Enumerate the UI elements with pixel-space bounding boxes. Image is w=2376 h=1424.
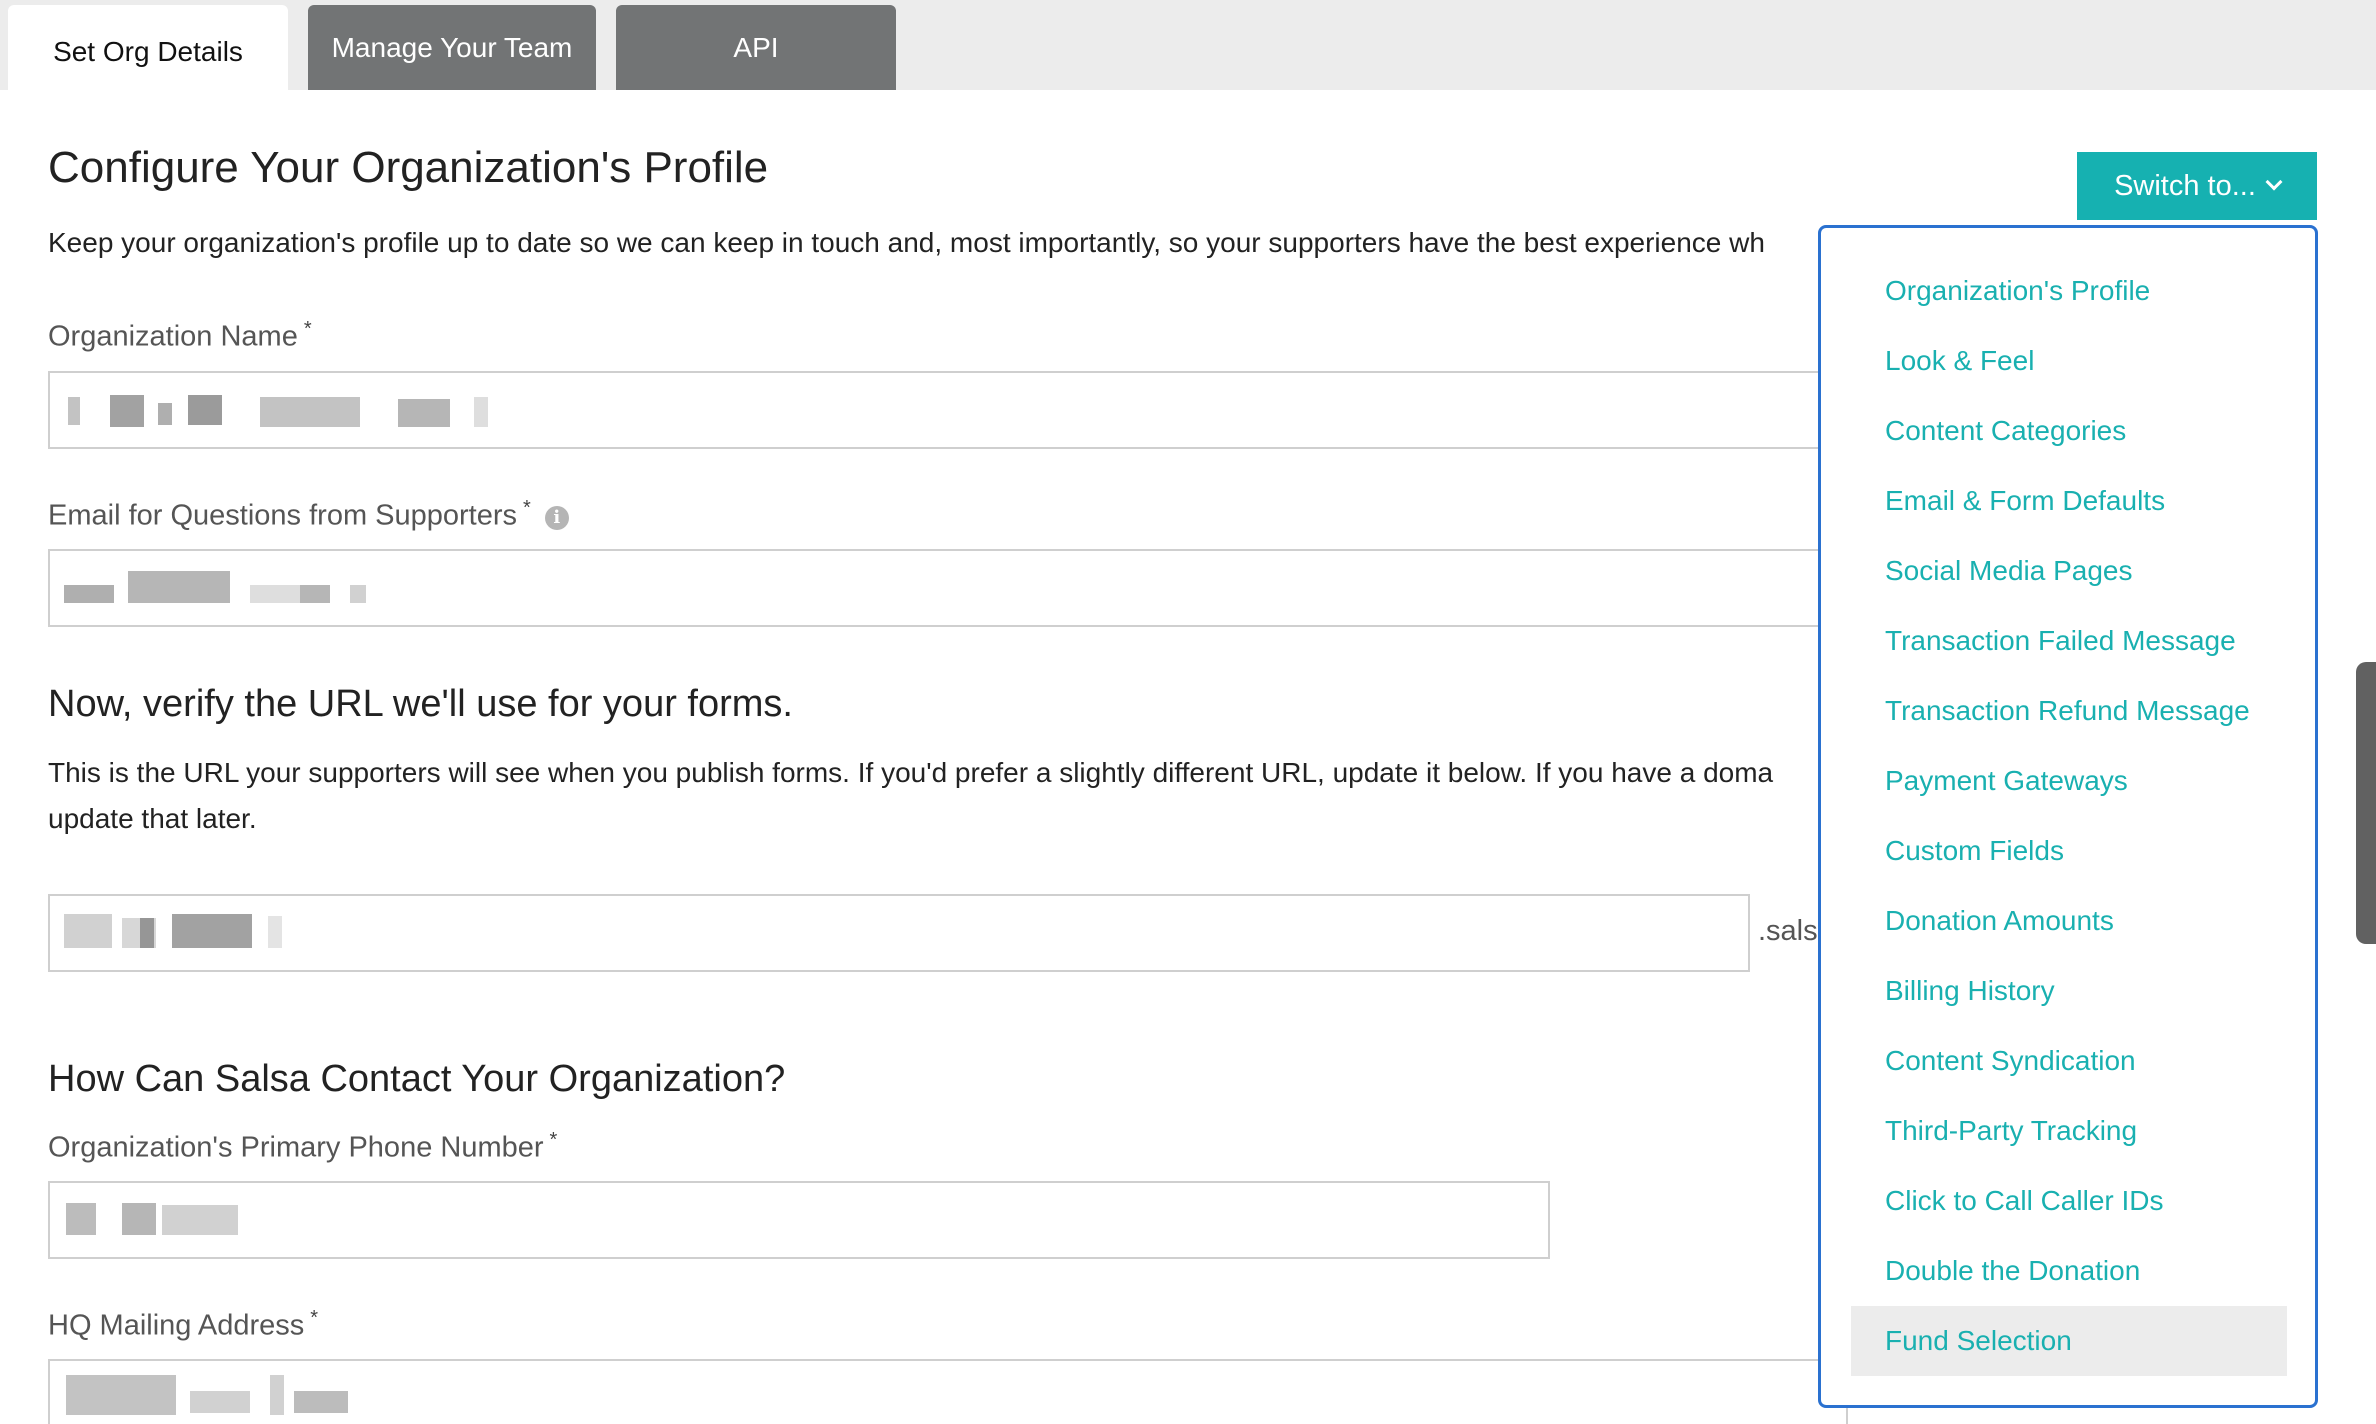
profile-description: Keep your organization's profile up to d… xyxy=(48,227,1765,258)
url-description-line1: This is the URL your supporters will see… xyxy=(48,757,1774,788)
feedback-side-tab[interactable] xyxy=(2356,662,2376,944)
menu-item-transaction-failed-message[interactable]: Transaction Failed Message xyxy=(1851,606,2287,676)
menu-item-payment-gateways[interactable]: Payment Gateways xyxy=(1851,746,2287,816)
url-subdomain-input[interactable] xyxy=(48,894,1750,972)
menu-item-transaction-refund-message[interactable]: Transaction Refund Message xyxy=(1851,676,2287,746)
menu-item-donation-amounts[interactable]: Donation Amounts xyxy=(1851,886,2287,956)
chevron-down-icon xyxy=(2265,173,2283,191)
tab-label: Set Org Details xyxy=(53,35,243,67)
email-label-text: Email for Questions from Supporters xyxy=(48,499,518,532)
switch-to-dropdown-menu: Organization's Profile Look & Feel Conte… xyxy=(1818,225,2318,1408)
org-name-input[interactable] xyxy=(48,371,1848,449)
menu-item-look-and-feel[interactable]: Look & Feel xyxy=(1851,326,2287,396)
menu-item-social-media-pages[interactable]: Social Media Pages xyxy=(1851,536,2287,606)
tab-set-org-details[interactable]: Set Org Details xyxy=(8,5,288,90)
contact-section-title: How Can Salsa Contact Your Organization? xyxy=(48,1058,786,1100)
menu-item-content-syndication[interactable]: Content Syndication xyxy=(1851,1026,2287,1096)
url-domain-suffix: .sals xyxy=(1758,915,1818,947)
phone-label: Organization's Primary Phone Number * xyxy=(48,1129,557,1165)
address-label-text: HQ Mailing Address xyxy=(48,1309,305,1342)
page-title: Configure Your Organization's Profile xyxy=(48,143,769,192)
menu-item-click-to-call-caller-ids[interactable]: Click to Call Caller IDs xyxy=(1851,1166,2287,1236)
url-description-line2: update that later. xyxy=(48,803,257,834)
url-section-title: Now, verify the URL we'll use for your f… xyxy=(48,683,793,725)
menu-item-billing-history[interactable]: Billing History xyxy=(1851,956,2287,1026)
required-mark: * xyxy=(549,1129,558,1151)
address-input[interactable] xyxy=(48,1359,1848,1424)
required-mark: * xyxy=(303,318,312,340)
switch-to-button[interactable]: Switch to... xyxy=(2077,152,2317,220)
menu-item-third-party-tracking[interactable]: Third-Party Tracking xyxy=(1851,1096,2287,1166)
menu-item-organizations-profile[interactable]: Organization's Profile xyxy=(1851,256,2287,326)
required-mark: * xyxy=(310,1307,319,1329)
org-name-label: Organization Name * xyxy=(48,318,312,354)
org-name-label-text: Organization Name xyxy=(48,320,298,353)
menu-item-double-the-donation[interactable]: Double the Donation xyxy=(1851,1236,2287,1306)
tab-label: Manage Your Team xyxy=(331,31,573,63)
phone-label-text: Organization's Primary Phone Number xyxy=(48,1131,544,1164)
switch-to-label: Switch to... xyxy=(2114,169,2256,202)
phone-input[interactable] xyxy=(48,1181,1550,1259)
required-mark: * xyxy=(523,497,531,519)
tab-api[interactable]: API xyxy=(616,5,896,90)
tab-label: API xyxy=(733,31,779,63)
tab-bar: Set Org Details Manage Your Team API xyxy=(0,0,2376,90)
email-label: Email for Questions from Supporters * i xyxy=(48,497,569,533)
info-icon[interactable]: i xyxy=(544,505,569,530)
menu-item-fund-selection[interactable]: Fund Selection xyxy=(1851,1306,2287,1376)
address-label: HQ Mailing Address * xyxy=(48,1307,318,1343)
menu-item-content-categories[interactable]: Content Categories xyxy=(1851,396,2287,466)
menu-item-custom-fields[interactable]: Custom Fields xyxy=(1851,816,2287,886)
tab-manage-your-team[interactable]: Manage Your Team xyxy=(308,5,596,90)
email-input[interactable] xyxy=(48,549,1848,627)
menu-item-email-form-defaults[interactable]: Email & Form Defaults xyxy=(1851,466,2287,536)
